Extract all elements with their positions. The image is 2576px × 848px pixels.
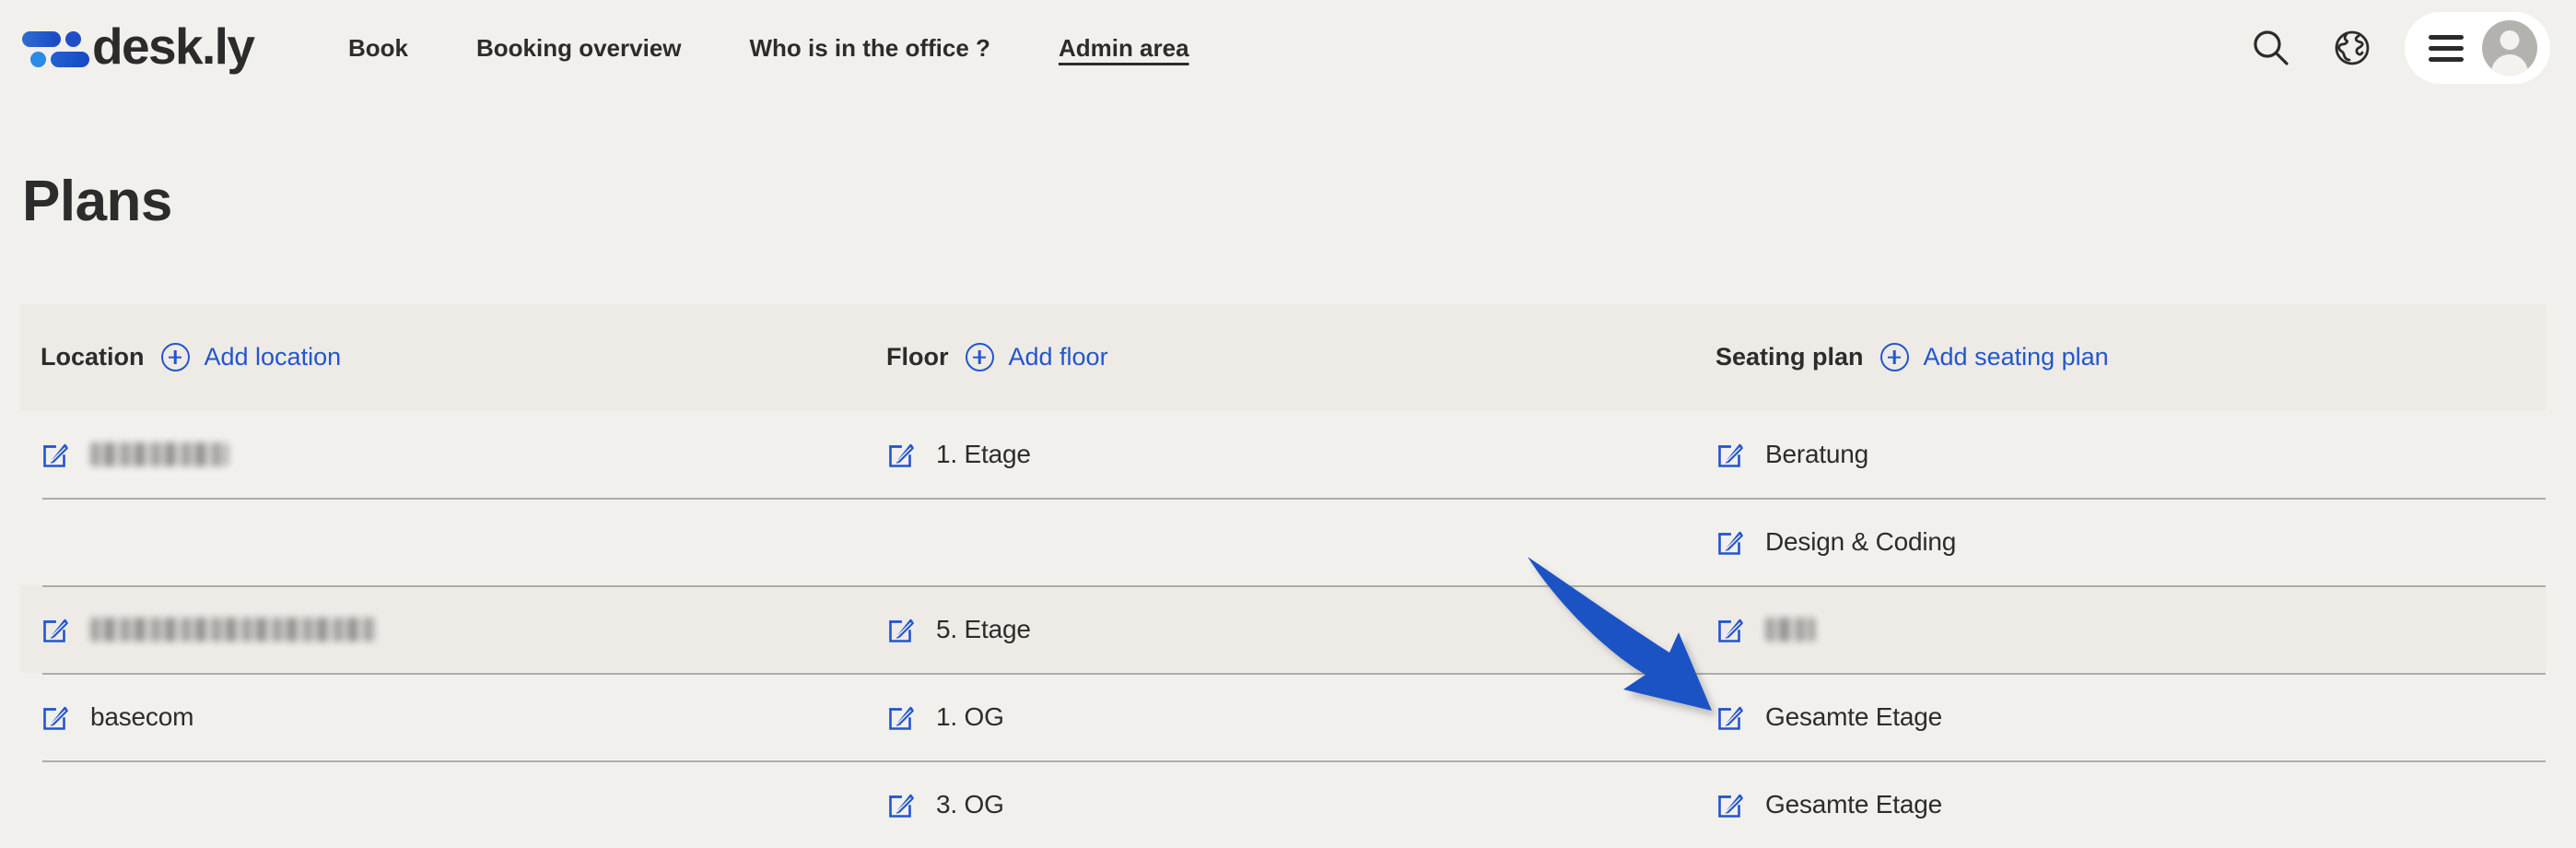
column-title-floor: Floor [886,343,949,371]
column-title-location: Location [41,343,145,371]
cell-seating-plan: Beratung [1695,410,2546,498]
redacted-text [90,442,228,466]
nav-item-booking-overview[interactable]: Booking overview [476,34,682,63]
cell-seating-plan [1695,585,2546,673]
cell-floor [866,498,1695,585]
table-row: 3. OG Gesamte Etage [20,760,2546,848]
add-floor-link[interactable]: Add floor [1009,343,1108,371]
cell-floor: 5. Etage [866,585,1695,673]
edit-icon-seating-plan[interactable] [1715,789,1747,820]
table-row: 5. Etage [20,585,2546,673]
brand-logo[interactable]: desk.ly [22,13,255,79]
cell-location: basecom [20,673,866,760]
cell-location [20,498,866,585]
edit-icon-seating-plan[interactable] [1715,701,1747,733]
cell-label-floor: 5. Etage [936,614,1031,643]
search-icon[interactable] [2242,19,2300,77]
edit-icon-location[interactable] [41,701,72,733]
primary-nav: Book Booking overview Who is in the offi… [348,0,1258,96]
plus-circle-icon-floor[interactable] [965,343,994,371]
column-header-location: Location Add location [20,304,866,410]
top-navigation-bar: desk.ly Book Booking overview Who is in … [0,0,2576,96]
topbar-actions [2242,0,2550,96]
cell-label-floor: 1. OG [936,701,1004,731]
edit-icon-seating-plan[interactable] [1715,614,1747,645]
edit-icon-seating-plan[interactable] [1715,439,1747,470]
redacted-text [1765,617,1815,642]
brand-name: desk.ly [92,17,255,75]
column-header-floor: Floor Add floor [866,304,1695,410]
plus-circle-icon-location[interactable] [160,343,190,371]
edit-icon-floor[interactable] [886,789,918,820]
hamburger-icon[interactable] [2429,29,2464,68]
edit-icon-floor[interactable] [886,701,918,733]
cell-seating-plan: Gesamte Etage [1695,673,2546,760]
nav-item-admin-area[interactable]: Admin area [1059,34,1189,63]
cell-label-seating-plan: Gesamte Etage [1765,701,1942,731]
cell-label-floor: 1. Etage [936,439,1031,468]
globe-icon[interactable] [2324,19,2381,77]
nav-item-who-is-in-the-office[interactable]: Who is in the office ? [750,34,990,63]
nav-item-book[interactable]: Book [348,34,408,63]
table-body: 1. Etage Beratung Design & Coding 5. Etage b… [20,410,2546,848]
column-title-seating-plan: Seating plan [1715,343,1864,371]
add-location-link[interactable]: Add location [205,343,342,371]
edit-icon-floor[interactable] [886,614,918,645]
cell-floor: 3. OG [866,760,1695,848]
cell-location [20,585,866,673]
cell-floor: 1. OG [866,673,1695,760]
cell-label-floor: 3. OG [936,789,1004,819]
user-menu-pill[interactable] [2405,12,2550,84]
table-row: Design & Coding [20,498,2546,585]
cell-floor: 1. Etage [866,410,1695,498]
cell-label-seating-plan: Beratung [1765,439,1869,468]
edit-icon-floor[interactable] [886,439,918,470]
cell-seating-plan: Gesamte Etage [1695,760,2546,848]
edit-icon-location[interactable] [41,614,72,645]
cell-label-seating-plan: Design & Coding [1765,526,1957,556]
cell-location [20,760,866,848]
column-header-seating-plan: Seating plan Add seating plan [1695,304,2546,410]
cell-label-seating-plan: Gesamte Etage [1765,789,1942,819]
plans-table: Location Add location Floor Add floor Se… [20,304,2546,848]
cell-seating-plan: Design & Coding [1695,498,2546,585]
cell-label-location: basecom [90,701,194,731]
cell-location [20,410,866,498]
add-seating-plan-link[interactable]: Add seating plan [1924,343,2109,371]
table-header-row: Location Add location Floor Add floor Se… [20,304,2546,410]
user-avatar-icon[interactable] [2482,20,2537,76]
deskly-logo-icon [22,28,89,68]
plus-circle-icon-seating-plan[interactable] [1879,343,1909,371]
edit-icon-seating-plan[interactable] [1715,526,1747,558]
table-row: 1. Etage Beratung [20,410,2546,498]
redacted-text [90,617,376,642]
edit-icon-location[interactable] [41,439,72,470]
page-title: Plans [22,170,172,233]
table-row: basecom 1. OG Gesamte Etage [20,673,2546,760]
